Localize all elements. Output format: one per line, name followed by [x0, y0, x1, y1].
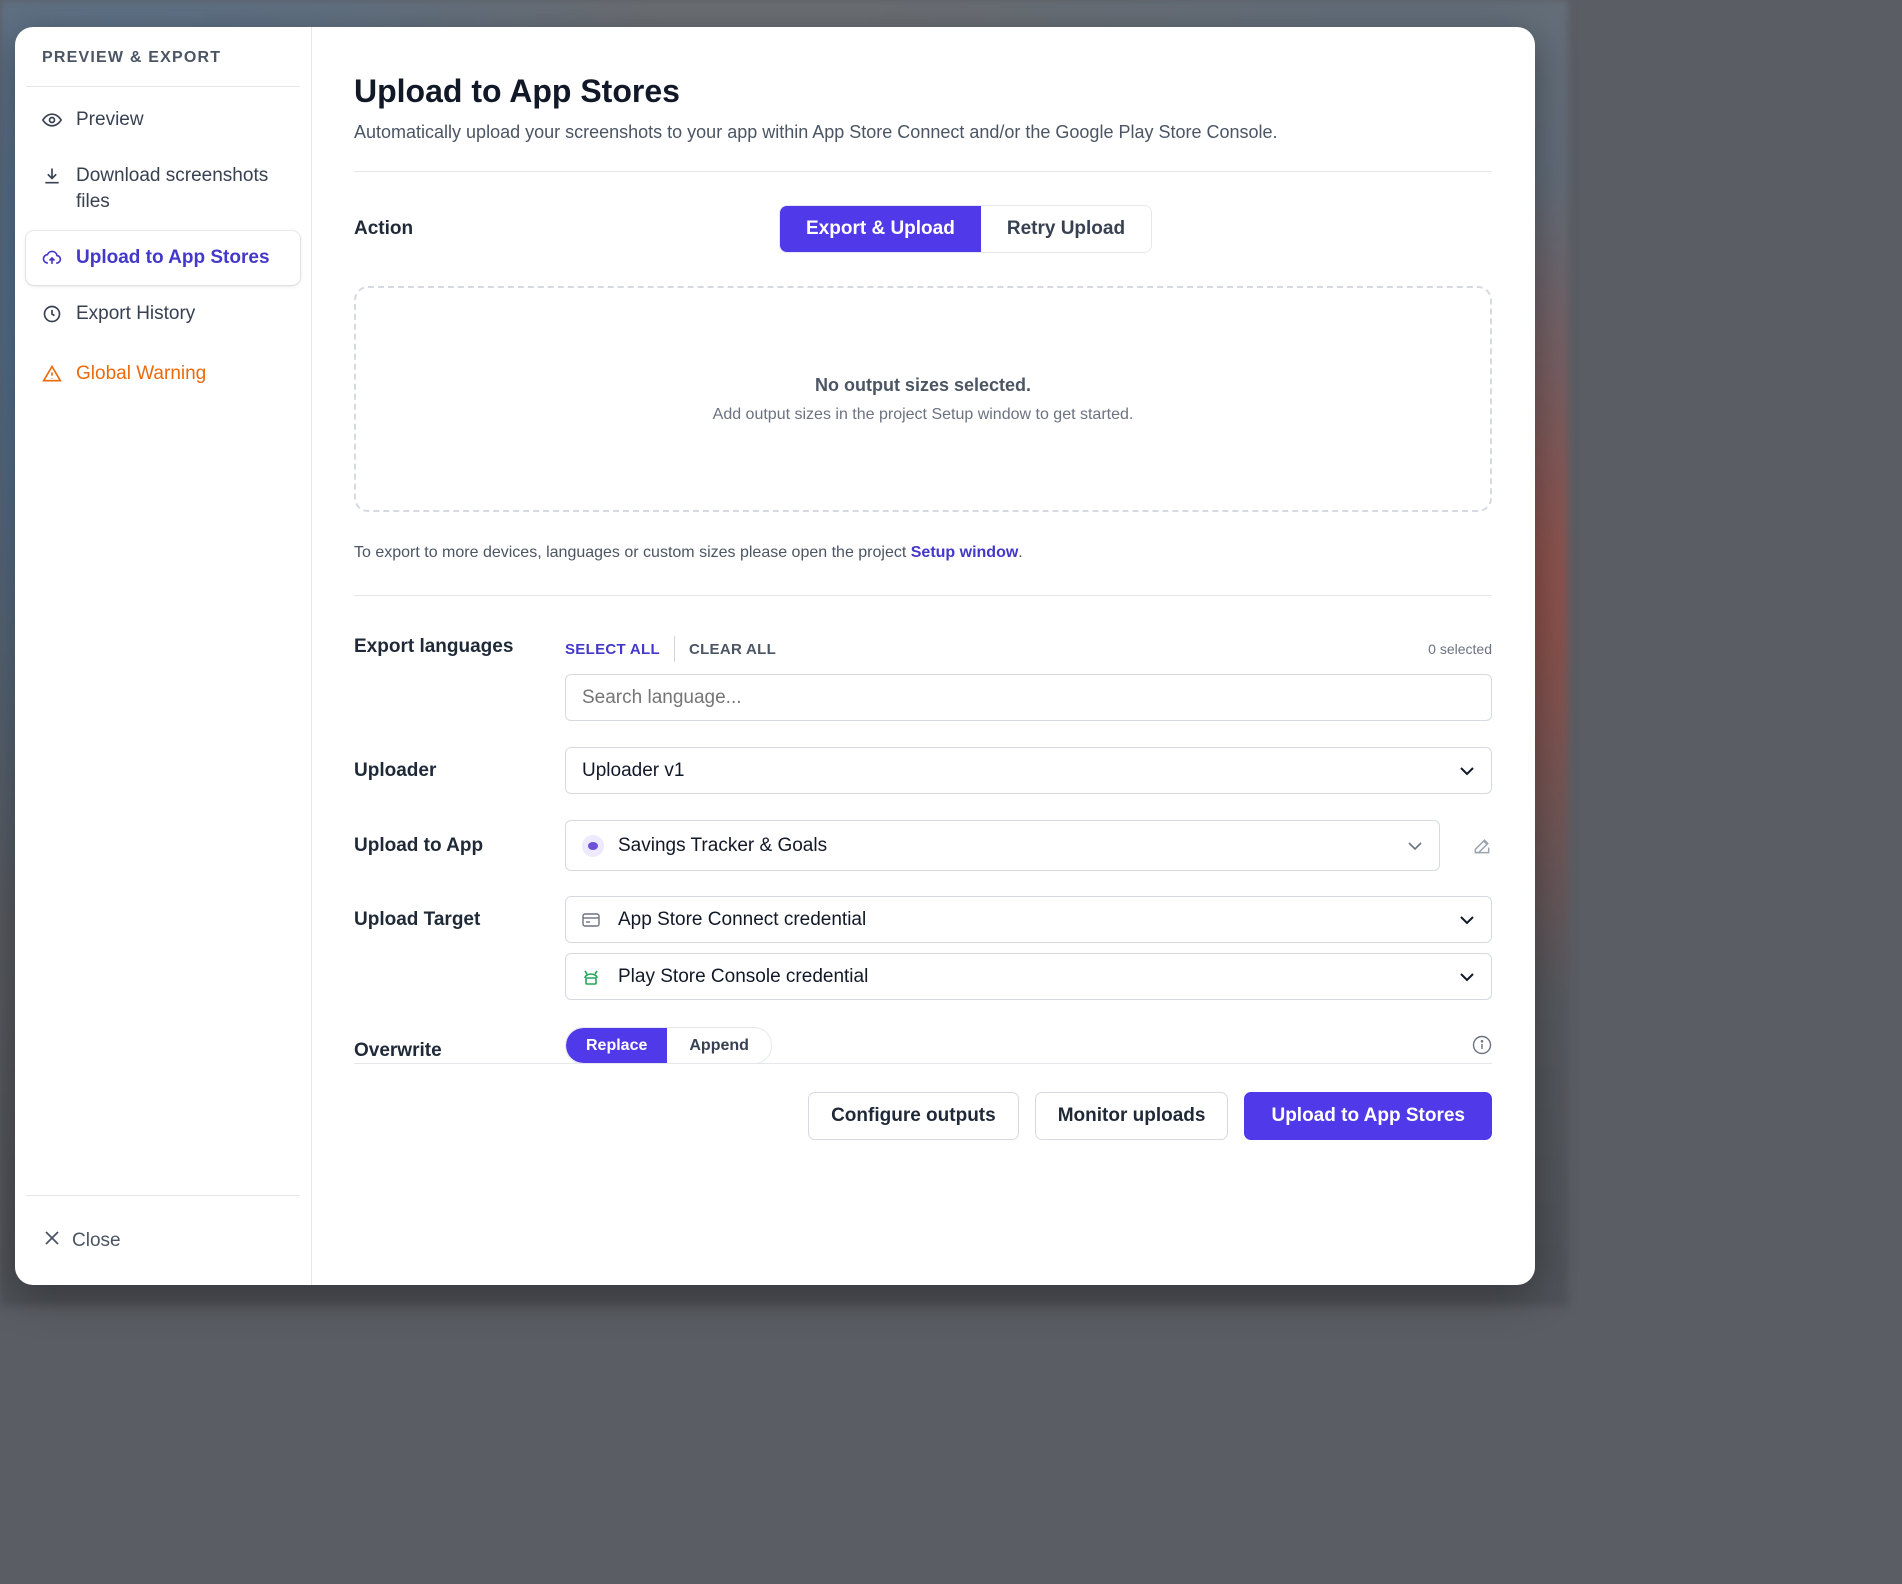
overwrite-row: Overwrite Replace Append	[354, 1026, 1492, 1064]
export-upload-option[interactable]: Export & Upload	[780, 206, 981, 252]
app-icon	[582, 834, 604, 857]
credit-card-icon	[582, 912, 600, 927]
uploader-label: Uploader	[354, 759, 437, 781]
uploader-row: Uploader Uploader v1	[354, 747, 1492, 794]
eye-icon	[42, 107, 62, 133]
info-icon[interactable]	[1472, 1035, 1492, 1055]
sidebar: PREVIEW & EXPORT Preview Download screen…	[15, 27, 312, 1285]
footer-actions: Configure outputs Monitor uploads Upload…	[354, 1092, 1492, 1140]
uploader-value: Uploader v1	[582, 759, 685, 781]
close-label: Close	[72, 1229, 121, 1251]
setup-window-link[interactable]: Setup window	[911, 544, 1019, 561]
sidebar-item-upload[interactable]: Upload to App Stores	[26, 231, 300, 285]
sidebar-header: PREVIEW & EXPORT	[26, 27, 300, 87]
upload-app-row: Upload to App Savings Tracker & Goals	[354, 820, 1492, 871]
retry-upload-option[interactable]: Retry Upload	[980, 206, 1152, 252]
main-panel: Upload to App Stores Automatically uploa…	[312, 27, 1535, 1285]
upload-app-select[interactable]: Savings Tracker & Goals	[565, 820, 1440, 871]
monitor-uploads-button[interactable]: Monitor uploads	[1034, 1092, 1229, 1140]
selected-count: 0 selected	[1428, 641, 1492, 657]
action-segmented-control: Export & Upload Retry Upload	[779, 205, 1153, 253]
sidebar-nav: Preview Download screenshots files Uploa…	[26, 93, 300, 401]
chevron-down-icon	[1459, 915, 1475, 925]
clear-all-button[interactable]: CLEAR ALL	[689, 641, 776, 658]
configure-outputs-button[interactable]: Configure outputs	[808, 1092, 1019, 1140]
sidebar-item-history[interactable]: Export History	[26, 287, 300, 341]
empty-subtitle: Add output sizes in the project Setup wi…	[712, 405, 1134, 423]
upload-target-row: Upload Target App Store Connect credenti…	[354, 896, 1492, 1000]
divider	[354, 171, 1492, 172]
sidebar-item-warning[interactable]: Global Warning	[26, 347, 300, 401]
hint-suffix: .	[1018, 544, 1023, 561]
cloud-upload-icon	[42, 245, 62, 271]
action-row: Action Export & Upload Retry Upload	[354, 205, 1492, 253]
append-option[interactable]: Append	[667, 1027, 771, 1063]
upload-target-label: Upload Target	[354, 909, 481, 930]
empty-title: No output sizes selected.	[814, 374, 1032, 395]
sidebar-item-label: Global Warning	[76, 363, 207, 384]
android-icon	[582, 968, 600, 986]
download-icon	[42, 163, 62, 189]
preview-export-modal: PREVIEW & EXPORT Preview Download screen…	[15, 27, 1535, 1285]
sidebar-item-preview[interactable]: Preview	[26, 93, 300, 147]
empty-output-sizes: No output sizes selected. Add output siz…	[354, 286, 1492, 512]
chevron-down-icon	[1459, 766, 1475, 776]
languages-row: Export languages SELECT ALL CLEAR ALL 0 …	[354, 636, 1492, 721]
clock-icon	[42, 301, 62, 327]
play-store-credential-value: Play Store Console credential	[618, 965, 869, 987]
languages-label: Export languages	[354, 636, 514, 657]
overwrite-label: Overwrite	[354, 1040, 442, 1061]
play-store-credential-select[interactable]: Play Store Console credential	[565, 953, 1492, 1000]
replace-option[interactable]: Replace	[566, 1027, 668, 1063]
divider	[354, 595, 1492, 596]
close-icon	[44, 1230, 60, 1252]
chevron-down-icon	[1459, 972, 1475, 982]
uploader-select[interactable]: Uploader v1	[565, 747, 1492, 794]
sidebar-item-download[interactable]: Download screenshots files	[26, 149, 300, 229]
separator	[673, 636, 675, 662]
close-button[interactable]: Close	[26, 1195, 300, 1285]
hint-text: To export to more devices, languages or …	[354, 544, 911, 561]
overwrite-segmented-control: Replace Append	[565, 1026, 772, 1064]
page-title: Upload to App Stores	[354, 73, 680, 109]
upload-app-label: Upload to App	[354, 834, 484, 856]
sidebar-item-label: Export History	[76, 303, 196, 324]
page-subtitle: Automatically upload your screenshots to…	[354, 122, 1278, 142]
search-language-input[interactable]	[565, 674, 1492, 721]
warning-icon	[42, 361, 62, 387]
languages-control: SELECT ALL CLEAR ALL 0 selected	[565, 636, 1492, 721]
app-store-credential-select[interactable]: App Store Connect credential	[565, 896, 1492, 943]
sidebar-item-label: Preview	[76, 109, 144, 130]
upload-to-app-stores-button[interactable]: Upload to App Stores	[1244, 1092, 1492, 1140]
chevron-down-icon	[1407, 841, 1423, 851]
edit-app-icon[interactable]	[1440, 836, 1492, 856]
sidebar-item-label: Upload to App Stores	[76, 247, 270, 268]
sidebar-item-label: Download screenshots files	[76, 165, 269, 212]
select-all-button[interactable]: SELECT ALL	[565, 641, 660, 658]
setup-hint: To export to more devices, languages or …	[354, 544, 1492, 562]
action-label: Action	[354, 218, 414, 239]
upload-app-value: Savings Tracker & Goals	[618, 834, 828, 856]
app-store-credential-value: App Store Connect credential	[618, 908, 867, 930]
